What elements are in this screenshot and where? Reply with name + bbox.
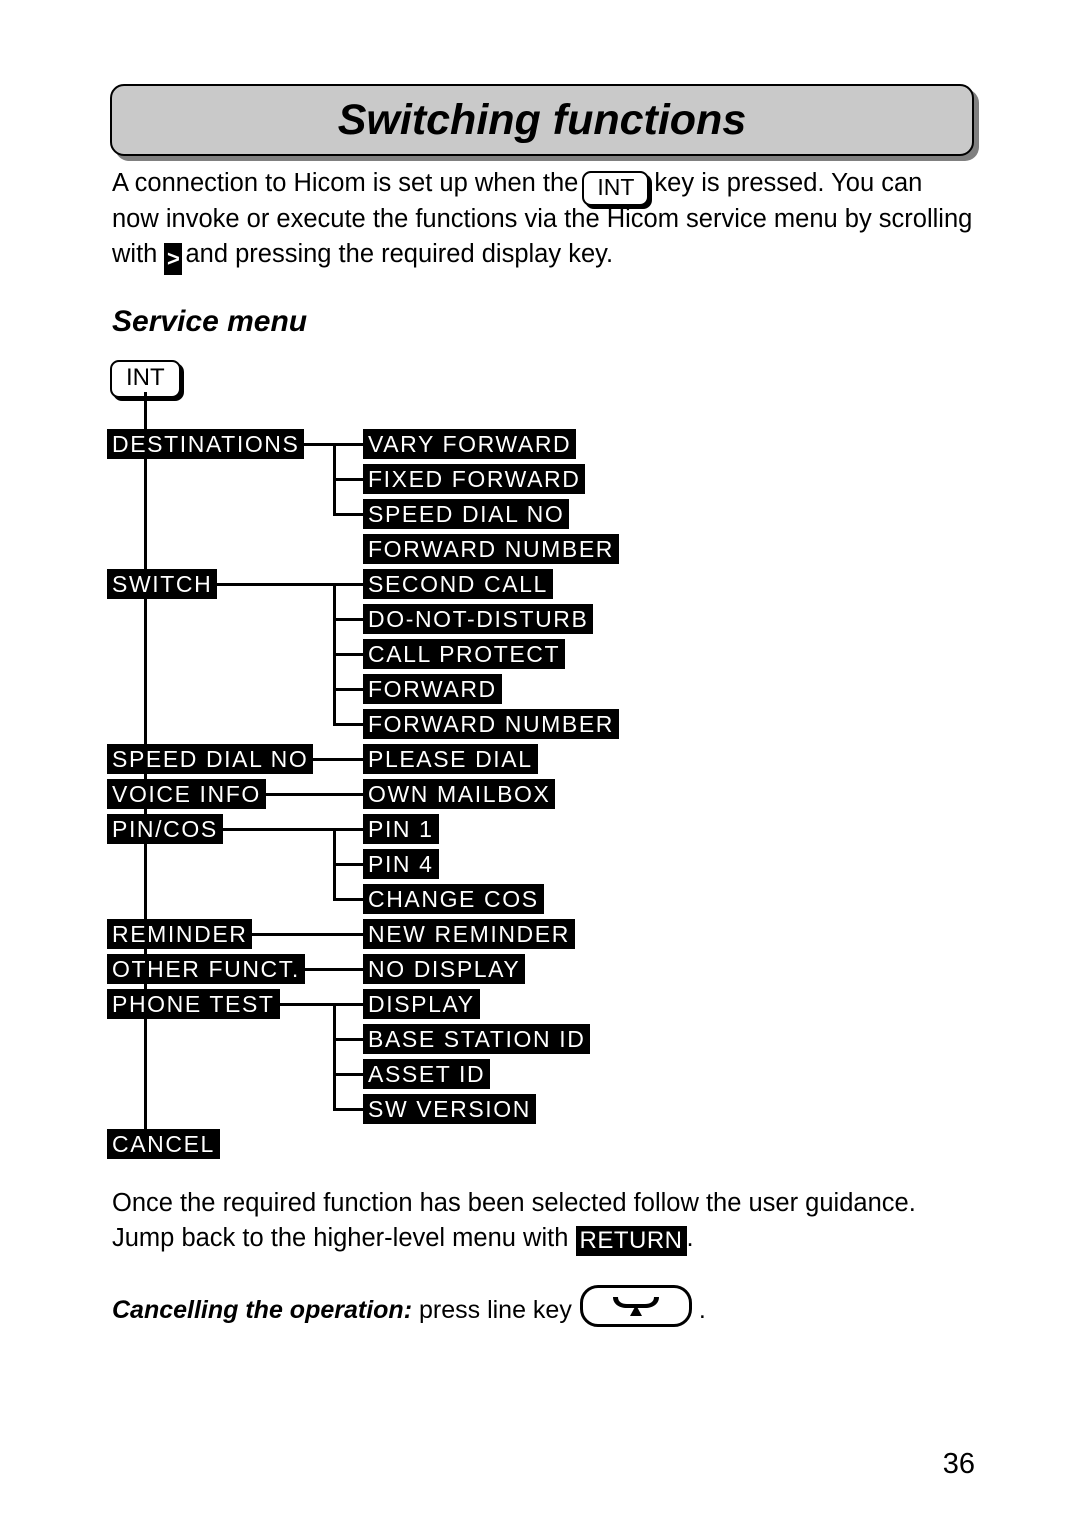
menu-node-destinations[interactable]: DESTINATIONS — [107, 429, 305, 459]
connector-phone-test-stub — [270, 1003, 366, 1006]
connector-destinations-b2 — [333, 478, 366, 481]
connector-phone-test-b3 — [333, 1073, 366, 1076]
cancel-operation-period: . — [698, 1296, 706, 1324]
connector-switch-b4 — [333, 688, 366, 691]
handset-glyph — [612, 1297, 659, 1316]
menu-node-display[interactable]: DISPLAY — [363, 989, 480, 1019]
cancel-operation-rest: press line key — [418, 1296, 572, 1324]
connector-switch-b3 — [333, 653, 366, 656]
connector-voice-info — [253, 793, 366, 796]
menu-node-voice-info[interactable]: VOICE INFO — [107, 779, 266, 809]
connector-other-funct — [299, 968, 366, 971]
connector-reminder — [248, 933, 366, 936]
page-number: 36 — [942, 1448, 975, 1480]
connector-phone-test-bus — [333, 1003, 336, 1108]
menu-node-fixed-forward[interactable]: FIXED FORWARD — [363, 464, 586, 494]
connector-pincos-stub — [214, 828, 366, 831]
menu-node-vary-forward[interactable]: VARY FORWARD — [363, 429, 577, 459]
return-key-badge: RETURN — [575, 1226, 687, 1256]
connector-switch-b5 — [333, 723, 366, 726]
menu-node-no-display[interactable]: NO DISPLAY — [363, 954, 526, 984]
menu-node-cancel[interactable]: CANCEL — [107, 1129, 220, 1159]
document-page: Switching functions A connection to Hico… — [0, 0, 1080, 1529]
menu-node-other-funct[interactable]: OTHER FUNCT. — [107, 954, 305, 984]
connector-destinations-b3 — [333, 513, 366, 516]
after-selection-paragraph: Once the required function has been sele… — [112, 1186, 984, 1256]
handset-icon — [579, 1285, 692, 1327]
connector-phone-test-b2 — [333, 1038, 366, 1041]
menu-node-pin-4[interactable]: PIN 4 — [363, 849, 439, 879]
menu-node-speed-dial-no-sub[interactable]: SPEED DIAL NO — [363, 499, 570, 529]
cancel-operation-paragraph: Cancelling the operation: press line key… — [112, 1276, 984, 1328]
menu-node-pin-cos[interactable]: PIN/COS — [107, 814, 223, 844]
menu-node-forward[interactable]: FORWARD — [363, 674, 502, 704]
menu-node-please-dial[interactable]: PLEASE DIAL — [363, 744, 538, 774]
connector-pincos-b3 — [333, 898, 366, 901]
menu-node-do-not-disturb[interactable]: DO-NOT-DISTURB — [363, 604, 594, 634]
menu-node-speed-dial-no[interactable]: SPEED DIAL NO — [107, 744, 314, 774]
menu-node-reminder[interactable]: REMINDER — [107, 919, 253, 949]
menu-node-phone-test[interactable]: PHONE TEST — [107, 989, 280, 1019]
menu-node-second-call[interactable]: SECOND CALL — [363, 569, 553, 599]
menu-node-change-cos[interactable]: CHANGE COS — [363, 884, 544, 914]
menu-node-asset-id[interactable]: ASSET ID — [363, 1059, 491, 1089]
after-selection-period: . — [686, 1224, 694, 1252]
menu-node-sw-version[interactable]: SW VERSION — [363, 1094, 536, 1124]
cancel-operation-lead: Cancelling the operation: — [112, 1296, 413, 1324]
connector-pincos-b2 — [333, 863, 366, 866]
menu-node-pin-1[interactable]: PIN 1 — [363, 814, 439, 844]
connector-phone-test-b4 — [333, 1108, 366, 1111]
connector-switch-stub — [214, 583, 366, 586]
menu-node-switch[interactable]: SWITCH — [107, 569, 218, 599]
menu-node-own-mailbox[interactable]: OWN MAILBOX — [363, 779, 556, 809]
menu-node-forward-number-2[interactable]: FORWARD NUMBER — [363, 709, 620, 739]
connector-destinations-stub — [296, 443, 366, 446]
after-selection-text: Once the required function has been sele… — [112, 1189, 916, 1252]
menu-node-forward-number-1[interactable]: FORWARD NUMBER — [363, 534, 620, 564]
menu-node-new-reminder[interactable]: NEW REMINDER — [363, 919, 575, 949]
menu-node-call-protect[interactable]: CALL PROTECT — [363, 639, 566, 669]
menu-node-base-station-id[interactable]: BASE STATION ID — [363, 1024, 591, 1054]
connector-switch-b2 — [333, 618, 366, 621]
